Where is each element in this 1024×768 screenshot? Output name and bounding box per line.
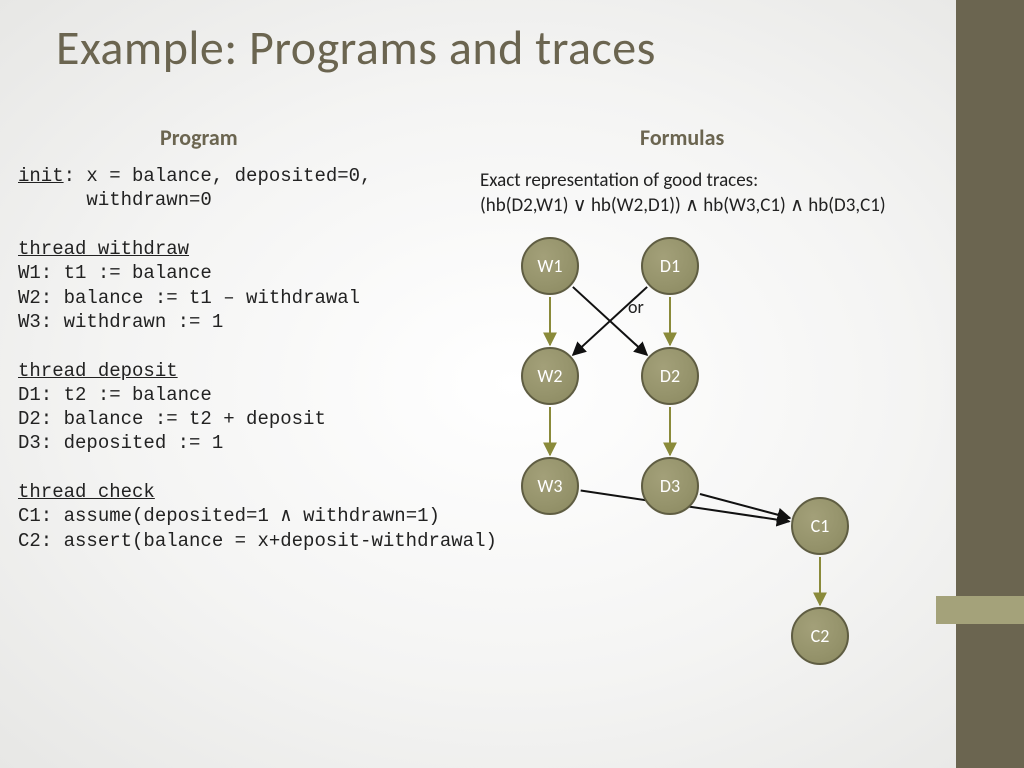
slide: Example: Programs and traces Program For… [0, 0, 1024, 768]
thread-deposit-label: thread_deposit [18, 360, 178, 382]
formula-line2: (hb(D2,W1) ∨ hb(W2,D1)) ∧ hb(W3,C1) ∧ hb… [480, 193, 886, 218]
node-w2: W2 [521, 347, 579, 405]
node-w3: W3 [521, 457, 579, 515]
tw-l2: W2: balance := t1 – withdrawal [18, 287, 360, 309]
formulas-text: Exact representation of good traces: (hb… [480, 168, 886, 218]
program-heading: Program [160, 124, 238, 151]
thread-withdraw-label: thread_withdraw [18, 238, 189, 260]
init-rest: : x = balance, deposited=0, [64, 165, 372, 187]
tc-l2: C2: assert(balance = x+deposit-withdrawa… [18, 530, 497, 552]
trace-diagram: W1 W2 W3 D1 D2 D3 C1 C2 or [480, 236, 960, 756]
node-c1: C1 [791, 497, 849, 555]
slide-title: Example: Programs and traces [56, 18, 656, 77]
node-w1: W1 [521, 237, 579, 295]
sidebar-stripe [956, 0, 1024, 768]
or-label: or [628, 296, 644, 318]
init-line2: withdrawn=0 [18, 189, 212, 211]
node-d2: D2 [641, 347, 699, 405]
formulas-heading: Formulas [640, 124, 724, 151]
node-d1: D1 [641, 237, 699, 295]
td-l3: D3: deposited := 1 [18, 432, 223, 454]
init-label: init [18, 165, 64, 187]
tw-l3: W3: withdrawn := 1 [18, 311, 223, 333]
node-c2: C2 [791, 607, 849, 665]
program-code: init: x = balance, deposited=0, withdraw… [18, 164, 497, 553]
node-d3: D3 [641, 457, 699, 515]
thread-check-label: thread_check [18, 481, 155, 503]
td-l2: D2: balance := t2 + deposit [18, 408, 326, 430]
tc-l1: C1: assume(deposited=1 ∧ withdrawn=1) [18, 505, 440, 527]
formula-line1: Exact representation of good traces: [480, 168, 886, 193]
tw-l1: W1: t1 := balance [18, 262, 212, 284]
td-l1: D1: t2 := balance [18, 384, 212, 406]
